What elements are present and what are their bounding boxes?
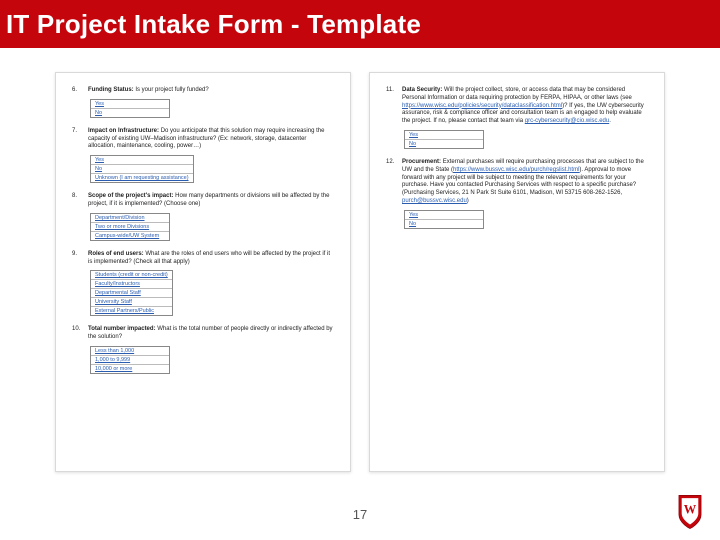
question-6: 6. Funding Status: Is your project fully … xyxy=(72,87,334,118)
question-10: 10.Total number impacted: What is the to… xyxy=(72,326,334,374)
svg-text:W: W xyxy=(684,502,697,516)
option[interactable]: Yes xyxy=(91,100,169,109)
q-label: Roles of end users: xyxy=(88,251,144,257)
option-table: Students (credit or non-credit) Faculty/… xyxy=(90,270,173,316)
q-num: 12. xyxy=(386,159,398,206)
option[interactable]: Unknown (I am requesting assistance) xyxy=(91,174,193,182)
option[interactable]: Students (credit or non-credit) xyxy=(91,271,172,280)
option[interactable]: External Partners/Public xyxy=(91,307,172,315)
q-label: Data Security: xyxy=(402,87,442,93)
option[interactable]: Departmental Staff xyxy=(91,289,172,298)
option-table: Yes No xyxy=(404,130,484,149)
q-num: 9. xyxy=(72,251,84,267)
question-12: 12.Procurement: External purchases will … xyxy=(386,159,648,229)
option[interactable]: 1,000 to 9,999 xyxy=(91,356,169,365)
question-7: 7.Impact on Infrastructure: Do you antic… xyxy=(72,128,334,183)
q-num: 7. xyxy=(72,128,84,151)
policy-link[interactable]: https://www.wisc.edu/policies/security/d… xyxy=(402,103,562,109)
form-page-right: 11.Data Security: Will the project colle… xyxy=(369,72,665,472)
q-num: 8. xyxy=(72,193,84,209)
policy-link[interactable]: https://www.bussvc.wisc.edu/purch/regsli… xyxy=(453,167,579,173)
option[interactable]: Campus-wide/UW System xyxy=(91,232,169,240)
option-table: Less than 1,000 1,000 to 9,999 10,000 or… xyxy=(90,346,170,374)
email-link[interactable]: purch@bussvc.wisc.edu xyxy=(402,198,467,204)
q-num: 11. xyxy=(386,87,398,126)
option[interactable]: Yes xyxy=(405,211,483,220)
form-page-left: 6. Funding Status: Is your project fully … xyxy=(55,72,351,472)
option[interactable]: No xyxy=(91,165,193,174)
slide-number: 17 xyxy=(0,507,720,522)
question-11: 11.Data Security: Will the project colle… xyxy=(386,87,648,149)
option-table: Yes No xyxy=(90,99,170,118)
option[interactable]: Department/Division xyxy=(91,214,169,223)
option[interactable]: No xyxy=(405,220,483,228)
email-link[interactable]: grc-cybersecurity@cio.wisc.edu xyxy=(525,118,609,124)
q-text: Is your project fully funded? xyxy=(135,87,208,93)
title-bar: IT Project Intake Form - Template xyxy=(0,0,720,48)
option[interactable]: Yes xyxy=(405,131,483,140)
q-label: Procurement: xyxy=(402,159,441,165)
page-title: IT Project Intake Form - Template xyxy=(6,9,421,40)
option[interactable]: Less than 1,000 xyxy=(91,347,169,356)
option[interactable]: Faculty/Instructors xyxy=(91,280,172,289)
option-table: Department/Division Two or more Division… xyxy=(90,213,170,241)
q-num: 6. xyxy=(72,87,84,95)
question-9: 9.Roles of end users: What are the roles… xyxy=(72,251,334,317)
q-label: Scope of the project's impact: xyxy=(88,193,173,199)
q-num: 10. xyxy=(72,326,84,342)
option-table: Yes No xyxy=(404,210,484,229)
q-label: Funding Status: xyxy=(88,87,134,93)
option[interactable]: 10,000 or more xyxy=(91,365,169,373)
uw-crest-icon: W xyxy=(676,494,704,530)
option[interactable]: No xyxy=(405,140,483,148)
page-previews: 6. Funding Status: Is your project fully … xyxy=(0,48,720,482)
option[interactable]: Two or more Divisions xyxy=(91,223,169,232)
q-label: Total number impacted: xyxy=(88,326,156,332)
option[interactable]: No xyxy=(91,109,169,117)
question-8: 8.Scope of the project's impact: How man… xyxy=(72,193,334,241)
option-table: Yes No Unknown (I am requesting assistan… xyxy=(90,155,194,183)
option[interactable]: University Staff xyxy=(91,298,172,307)
q-label: Impact on Infrastructure: xyxy=(88,128,159,134)
option[interactable]: Yes xyxy=(91,156,193,165)
